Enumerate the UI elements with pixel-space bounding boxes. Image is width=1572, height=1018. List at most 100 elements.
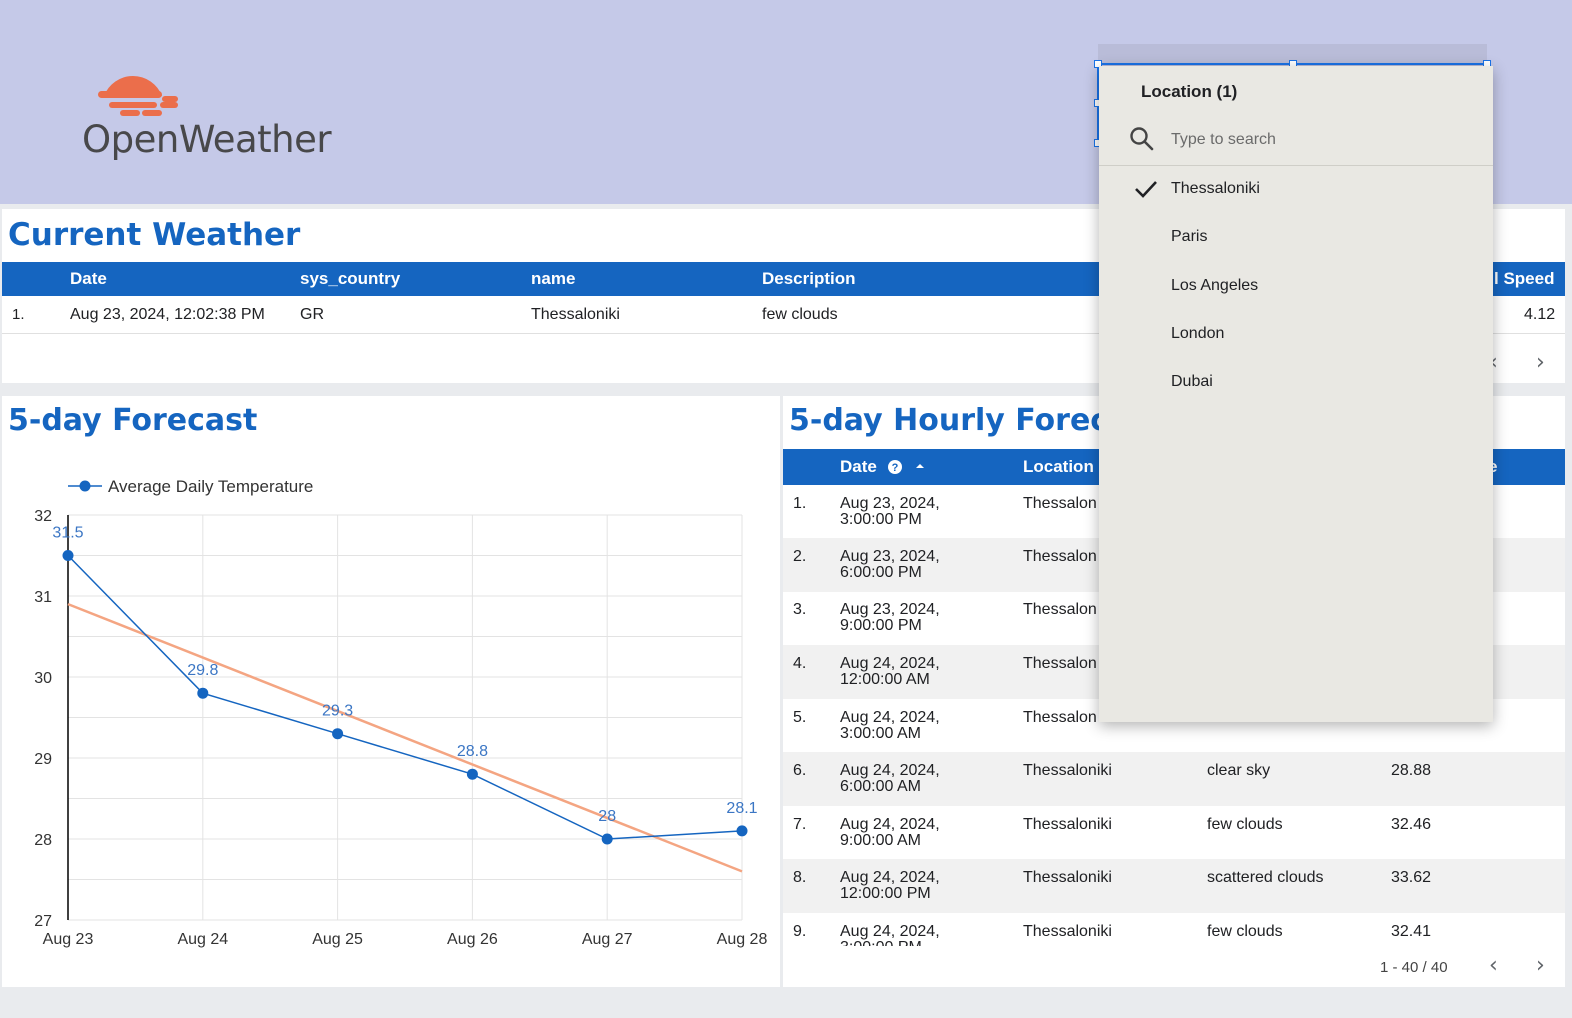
cell-date-line1: Aug 24, 2024, xyxy=(840,923,940,940)
dropdown-option[interactable]: Los Angeles xyxy=(1099,264,1493,308)
trend-line xyxy=(67,602,743,873)
table-row: 6. Aug 24, 2024, 6:00:00 AM Thessaloniki cle… xyxy=(783,752,1565,806)
row-number: 1. xyxy=(793,495,807,512)
cell-location: Thessalon xyxy=(1023,548,1097,565)
data-label: 29.3 xyxy=(322,703,353,720)
sort-ascending-icon[interactable] xyxy=(914,461,926,471)
x-tick-label: Aug 27 xyxy=(582,931,633,948)
data-point xyxy=(466,768,478,780)
column-description[interactable]: Description xyxy=(762,269,856,289)
cell-location: Thessaloniki xyxy=(1023,869,1112,886)
data-label: 29.8 xyxy=(187,662,218,679)
cell-description: few clouds xyxy=(1207,816,1283,833)
cell-location: Thessalon xyxy=(1023,655,1097,672)
cell-date-line2: 6:00:00 PM xyxy=(840,564,922,581)
column-date[interactable]: Date xyxy=(840,457,877,477)
row-number: 9. xyxy=(793,923,807,940)
y-tick-label: 27 xyxy=(34,913,52,930)
cell-location: Thessalon xyxy=(1023,601,1097,618)
dropdown-option[interactable]: Paris xyxy=(1099,215,1493,259)
cell-temperature: 32.41 xyxy=(1391,923,1432,940)
y-tick-label: 28 xyxy=(34,832,52,849)
cell-date-line1: Aug 23, 2024, xyxy=(840,601,940,618)
next-page-icon[interactable]: › xyxy=(1536,953,1545,978)
cell-location: Thessalon xyxy=(1023,495,1097,512)
dropdown-title: Location (1) xyxy=(1141,82,1238,101)
cell-wind-speed: 4.12 xyxy=(1524,306,1556,323)
cell-date-line2: 3:00:00 AM xyxy=(840,725,921,742)
cell-country: GR xyxy=(300,306,324,323)
openweather-logo: OpenWeather xyxy=(82,56,332,166)
logo-text: OpenWeather xyxy=(82,118,332,161)
hourly-forecast-title: 5-day Hourly Forecas xyxy=(789,403,1147,438)
cell-date-line1: Aug 24, 2024, xyxy=(840,816,940,833)
column-location[interactable]: Location xyxy=(1023,457,1094,477)
row-number: 2. xyxy=(793,548,807,565)
cell-date-line2: 12:00:00 AM xyxy=(840,671,930,688)
column-sys-country[interactable]: sys_country xyxy=(300,269,400,289)
option-label: London xyxy=(1171,324,1225,342)
x-tick-label: Aug 23 xyxy=(43,931,94,948)
data-point xyxy=(197,687,209,699)
row-number: 4. xyxy=(793,655,807,672)
row-number: 5. xyxy=(793,709,807,726)
data-point xyxy=(601,833,613,845)
sun-logo-icon xyxy=(98,75,178,116)
row-number: 8. xyxy=(793,869,807,886)
dropdown-option[interactable]: Thessaloniki xyxy=(1099,167,1493,211)
cell-location: Thessalon xyxy=(1023,709,1097,726)
option-label: Thessaloniki xyxy=(1171,180,1260,197)
cell-date: Aug 23, 2024, 12:02:38 PM xyxy=(70,306,265,323)
data-point xyxy=(332,728,344,740)
dropdown-option[interactable]: London xyxy=(1099,312,1493,356)
cell-date-line2: 9:00:00 AM xyxy=(840,832,921,849)
cell-description: clear sky xyxy=(1207,762,1271,779)
legend-marker xyxy=(79,480,91,492)
row-number: 3. xyxy=(793,601,807,618)
checkmark-icon xyxy=(1135,181,1157,198)
y-tick-label: 32 xyxy=(34,508,52,525)
row-number: 6. xyxy=(793,762,807,779)
row-number: 1. xyxy=(12,306,25,323)
x-tick-label: Aug 26 xyxy=(447,931,498,948)
data-point xyxy=(62,550,74,561)
data-label: 28 xyxy=(598,808,616,825)
y-tick-label: 29 xyxy=(34,751,52,768)
cell-description: few clouds xyxy=(762,306,838,323)
cell-date-line1: Aug 23, 2024, xyxy=(840,495,940,512)
y-tick-label: 31 xyxy=(34,589,52,606)
table-row: 9.Aug 24, 2024,3:00:00 PMThessalonikifew… xyxy=(783,913,1565,967)
cell-temperature: 28.88 xyxy=(1391,762,1432,779)
cell-date-line1: Aug 24, 2024, xyxy=(840,762,940,779)
cell-date-line1: Aug 24, 2024, xyxy=(840,655,940,672)
column-wind-speed[interactable]: l Speed xyxy=(1494,269,1554,289)
search-input[interactable] xyxy=(1171,128,1471,152)
forecast-line-chart: 32 31 30 29 28 27Aug 23 Aug 24 Aug 25 Aug 26 Aug … xyxy=(34,477,768,948)
data-label: 28.1 xyxy=(726,800,757,817)
cell-temperature: 32.46 xyxy=(1391,816,1432,833)
pagination-label: 1 - 40 / 40 xyxy=(1380,959,1448,976)
cell-date-line1: Aug 24, 2024, xyxy=(840,709,940,726)
x-tick-label: Aug 24 xyxy=(177,931,228,948)
cell-name: Thessaloniki xyxy=(531,306,620,323)
column-name[interactable]: name xyxy=(531,269,575,289)
row-number: 7. xyxy=(793,816,807,833)
help-icon[interactable]: ? xyxy=(887,459,903,475)
next-page-icon[interactable]: › xyxy=(1536,350,1545,375)
dropdown-option[interactable]: Dubai xyxy=(1099,360,1493,404)
x-tick-label: Aug 28 xyxy=(717,931,768,948)
legend-label: Average Daily Temperature xyxy=(108,477,313,496)
prev-page-icon[interactable]: ‹ xyxy=(1489,953,1498,978)
cell-description: scattered clouds xyxy=(1207,869,1324,886)
search-icon xyxy=(1130,127,1154,151)
option-label: Dubai xyxy=(1171,373,1213,391)
svg-text:?: ? xyxy=(892,462,899,474)
forecast-title: 5-day Forecast xyxy=(8,403,258,438)
cell-location: Thessaloniki xyxy=(1023,762,1112,779)
cell-date-line1: Aug 23, 2024, xyxy=(840,548,940,565)
data-label: 28.8 xyxy=(457,743,488,760)
x-tick-label: Aug 25 xyxy=(312,931,363,948)
column-date[interactable]: Date xyxy=(70,269,107,289)
cell-date-line1: Aug 24, 2024, xyxy=(840,869,940,886)
location-dropdown: Location (1) Thessaloniki Paris Los Angele… xyxy=(1099,66,1493,722)
